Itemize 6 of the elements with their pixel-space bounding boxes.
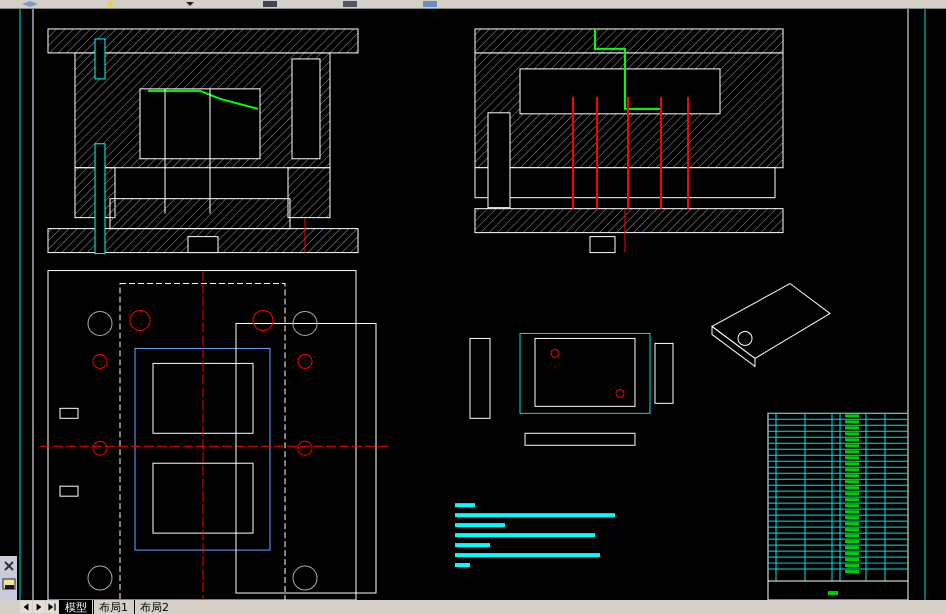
first-tab-icon[interactable] bbox=[20, 601, 32, 613]
close-icon[interactable] bbox=[2, 559, 16, 573]
properties-icon[interactable] bbox=[2, 577, 16, 591]
layout-tab[interactable]: 模型 bbox=[59, 600, 92, 614]
next-tab-icon[interactable] bbox=[33, 601, 45, 613]
last-tab-icon[interactable] bbox=[46, 601, 58, 613]
